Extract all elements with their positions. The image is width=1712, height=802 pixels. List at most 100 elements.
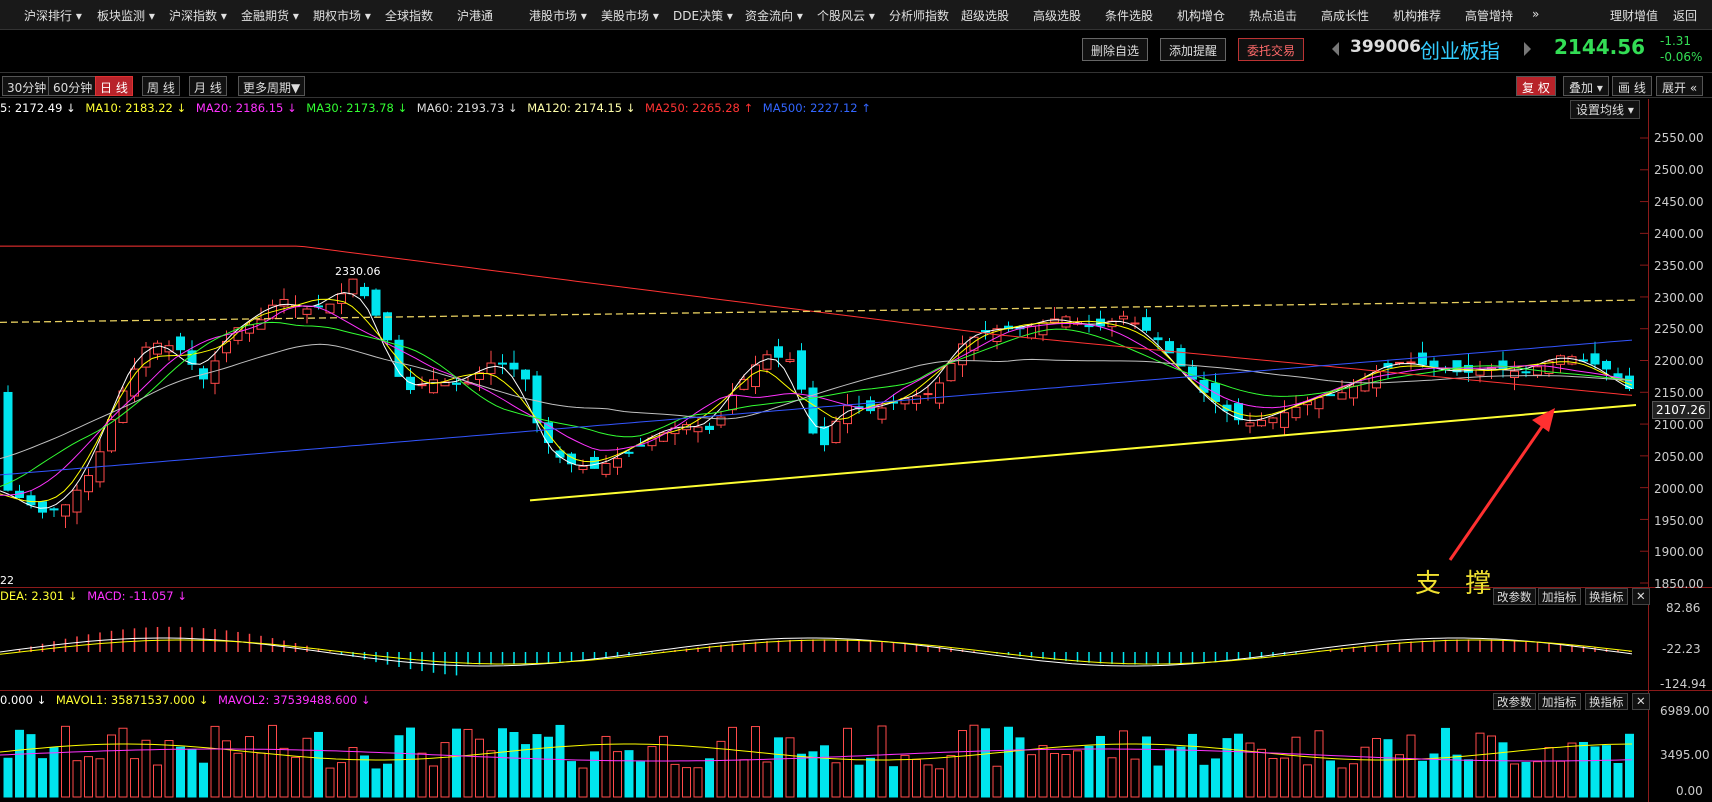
volume-bar [199,762,208,798]
volume-bar [452,728,461,798]
volume-bar [728,726,737,798]
candle-body [1280,412,1289,428]
candle-body [1314,397,1324,410]
candle-body [509,362,519,370]
candle-body [1142,317,1151,331]
volume-bar [532,734,542,798]
candle-body [325,303,335,314]
volume-bar [256,752,266,798]
candle-body [705,425,714,430]
volume-bar [1211,758,1220,798]
macd-close-icon[interactable]: ✕ [1632,588,1650,605]
candle-body [728,394,737,411]
candle-body [84,475,93,493]
volume-bar [1441,727,1450,798]
volume-bar [946,755,956,798]
volume-bar [245,736,254,798]
volume-bar [371,768,381,798]
price-tick: 1950.00 [1654,514,1704,528]
candle-body [1153,337,1163,341]
volume-bar [1142,736,1151,798]
volume-bar [84,756,93,798]
candle-body [26,495,36,506]
volume-legend: 0.000 ↓ MAVOL1: 35871537.000 ↓ MAVOL2: 3… [0,693,370,709]
volume-bar [1188,733,1197,798]
volume-bar [843,727,852,798]
candle-body [1556,355,1565,365]
candle-body [820,426,829,446]
candle-body [1291,406,1301,419]
volume-bar [1096,735,1105,798]
candle-body [693,426,703,433]
price-tick: 2400.00 [1654,227,1704,241]
candle-body [348,278,358,295]
candle-body [1452,360,1462,373]
volume-bar [567,761,576,798]
volume-bar [1061,754,1071,798]
volume-bar [291,756,300,798]
macd-value: MACD: -11.057 ↓ [87,589,187,603]
current-price-tag: 2107.26 [1652,401,1710,419]
support-arrow-icon [1448,417,1550,561]
candle-body [486,362,496,375]
volume-bar [1130,758,1140,798]
volume-bar [1406,734,1416,798]
macd-add-indicator-button[interactable]: 加指标 [1538,588,1581,605]
volume-bar [670,763,680,798]
macd-modify-params-button[interactable]: 改参数 [1493,588,1536,605]
volume-bar [877,725,887,798]
volume-bar [1038,745,1048,798]
volume-bar [613,751,622,798]
volume-bar [498,728,507,798]
volume-bar [210,725,220,798]
volume-bar [774,737,783,798]
vol-tick: 3495.00 [1660,748,1710,762]
volume-bar [1567,742,1577,798]
volume-bar [325,767,335,798]
candle-body [371,289,381,316]
candle-body [716,416,726,426]
macd-switch-indicator-button[interactable]: 换指标 [1585,588,1628,605]
candle-body [935,382,944,404]
volume-bar [1027,754,1036,798]
volume-bar [1383,739,1393,798]
candle-body [751,364,760,388]
volume-bar [337,762,346,798]
volume-bar [1291,736,1301,798]
candle-body [613,458,622,468]
candle-body [1498,360,1508,370]
candle-body [1268,417,1278,424]
volume-bar [417,752,427,798]
candle-body [785,359,795,362]
volume-bar [808,751,818,798]
volume-bar [1521,761,1531,798]
candle-body [1211,382,1220,402]
volume-bar [1268,757,1278,798]
volume-bar [1314,730,1324,798]
price-tick: 2250.00 [1654,322,1704,336]
vol-switch-indicator-button[interactable]: 换指标 [1585,693,1628,710]
volume-bar [314,731,323,798]
candle-body [1429,360,1439,368]
volume-bar [751,726,760,798]
candle-body [1602,360,1611,370]
volume-bar [1579,741,1588,798]
candle-body [1130,322,1140,325]
volume-bar [1487,735,1496,798]
vol-add-indicator-button[interactable]: 加指标 [1538,693,1581,710]
volume-bar [831,762,841,798]
candle-body [1176,348,1186,367]
candle-body [1510,370,1519,378]
volume-bar [785,737,795,798]
candle-body [1418,352,1427,365]
volume-bar [1349,763,1358,798]
volume-bar [153,764,162,798]
volume-bar [1176,746,1186,798]
candle-body [946,362,956,382]
candle-body [1406,361,1416,364]
vol-modify-params-button[interactable]: 改参数 [1493,693,1536,710]
volume-bar [268,724,277,798]
kline-chart[interactable] [0,0,1712,802]
volume-bar [900,754,910,798]
vol-close-icon[interactable]: ✕ [1632,693,1650,710]
